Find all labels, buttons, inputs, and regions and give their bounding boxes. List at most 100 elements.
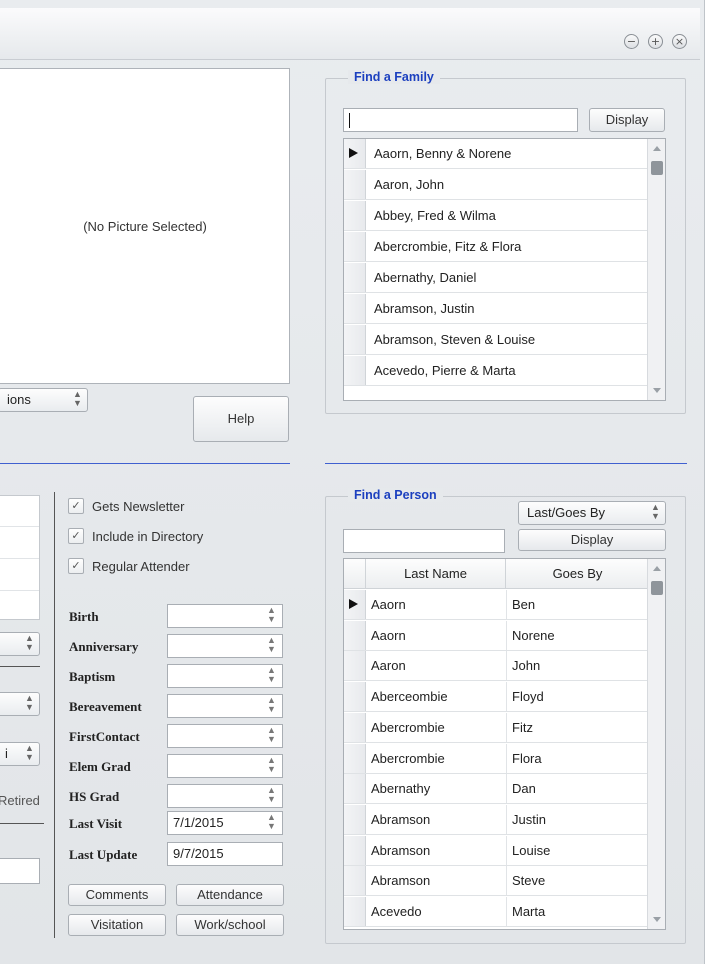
family-list-item[interactable]: Abercrombie, Fitz & Flora [344,232,649,262]
person-list-row[interactable]: Abernathy Dan [344,774,649,805]
row-header[interactable] [344,170,366,199]
check-icon: ✓ [71,529,81,542]
person-list-row[interactable]: Aaorn Ben [344,590,649,620]
person-list-row[interactable]: Abercrombie Flora [344,743,649,774]
date-field[interactable]: ▲ ▼ [167,754,283,778]
row-header[interactable] [344,651,366,681]
last-name-cell: Abercrombie [371,719,445,735]
family-list-item[interactable]: Abbey, Fred & Wilma [344,201,649,231]
person-list-row[interactable]: Acevedo Marta [344,897,649,927]
scroll-up-icon[interactable] [653,566,661,571]
family-list-item[interactable]: Acevedo, Pierre & Marta [344,356,649,386]
column-header-goes-by[interactable]: Goes By [506,559,649,589]
date-field[interactable]: 9/7/2015 [167,842,283,866]
person-scrollbar[interactable] [647,559,665,929]
work-school-button[interactable]: Work/school [176,914,284,936]
partial-select-1[interactable]: ▲ ▼ [0,632,40,656]
row-header[interactable] [344,325,366,354]
family-list[interactable]: Acevedo, Pierre & Marta Abramson, Steven … [343,138,666,401]
person-sort-select[interactable]: Last/Goes By ▲ ▼ [518,501,666,525]
date-field[interactable]: ▲ ▼ [167,634,283,658]
spinner-icon[interactable]: ▲ ▼ [267,726,276,744]
person-list-row[interactable]: Abercrombie Fitz [344,712,649,743]
family-list-item[interactable]: Abernathy, Daniel [344,263,649,293]
row-header[interactable] [344,356,366,385]
spinner-icon[interactable]: ▲ ▼ [267,756,276,774]
picture-box[interactable]: (No Picture Selected) [0,68,290,384]
row-header[interactable] [344,139,366,168]
visitation-button[interactable]: Visitation [68,914,166,936]
date-field[interactable]: ▲ ▼ [167,784,283,808]
person-list-row[interactable]: Aaron John [344,651,649,682]
date-field[interactable]: ▲ ▼ [167,724,283,748]
maximize-icon[interactable]: + [648,34,663,49]
date-field[interactable]: ▲ ▼ [167,694,283,718]
column-header-last-name[interactable]: Last Name [366,559,506,589]
row-header[interactable] [344,263,366,292]
date-field[interactable]: ▲ ▼ [167,604,283,628]
scroll-thumb[interactable] [651,581,663,595]
minimize-icon[interactable]: − [624,34,639,49]
partial-rule-2 [0,823,44,824]
person-list-row[interactable]: Aaorn Norene [344,620,649,651]
row-header[interactable] [344,620,366,650]
date-field[interactable]: ▲ ▼ [167,664,283,688]
person-list-row[interactable]: Abramson Justin [344,804,649,835]
checkbox[interactable]: ✓ [68,498,84,514]
row-header[interactable] [344,835,366,865]
scroll-down-icon[interactable] [653,917,661,922]
family-search-input[interactable] [343,108,578,132]
row-header[interactable] [344,232,366,261]
spinner-icon[interactable]: ▲ ▼ [267,636,276,654]
retired-label: Retired [0,793,40,808]
row-header[interactable] [344,743,366,773]
spinner-icon[interactable]: ▲ ▼ [267,696,276,714]
find-person-title: Find a Person [348,488,443,502]
row-header[interactable] [344,774,366,804]
person-search-input[interactable] [343,529,505,553]
row-header[interactable] [344,201,366,230]
date-label: Last Visit [69,816,123,831]
scroll-up-icon[interactable] [653,146,661,151]
row-header[interactable] [344,682,366,712]
picture-select[interactable]: ions ▲ ▼ [0,388,88,412]
family-list-item[interactable]: Aaorn, Benny & Norene [344,139,649,169]
partial-list[interactable] [0,495,40,620]
row-header[interactable] [344,590,366,619]
attendance-button[interactable]: Attendance [176,884,284,906]
checkbox[interactable]: ✓ [68,528,84,544]
partial-select-2[interactable]: ▲ ▼ [0,692,40,716]
spinner-icon[interactable]: ▲ ▼ [267,813,276,831]
row-header[interactable] [344,897,366,926]
date-value: 7/1/2015 [173,815,224,830]
comments-button[interactable]: Comments [68,884,166,906]
family-list-item[interactable]: Abramson, Justin [344,294,649,324]
person-list[interactable]: Acevedo Marta Abramson Steve Abramson Louise A… [343,558,666,930]
help-button[interactable]: Help [193,396,289,442]
row-header[interactable] [344,294,366,323]
family-list-item[interactable]: Aaron, John [344,170,649,200]
last-name-cell: Aberceombie [371,689,448,705]
person-display-button[interactable]: Display [518,529,666,551]
spinner-icon[interactable]: ▲ ▼ [267,606,276,624]
person-list-row[interactable]: Aberceombie Floyd [344,682,649,713]
family-list-item[interactable]: Abramson, Steven & Louise [344,325,649,355]
column-divider [506,897,507,926]
family-display-button[interactable]: Display [589,108,665,132]
person-list-row[interactable]: Abramson Steve [344,866,649,897]
goes-by-cell: Ben [512,597,536,612]
partial-select-3[interactable]: i ▲ ▼ [0,742,40,766]
checkbox[interactable]: ✓ [68,558,84,574]
row-header[interactable] [344,866,366,896]
partial-input[interactable] [0,858,40,884]
spinner-icon[interactable]: ▲ ▼ [267,666,276,684]
scroll-thumb[interactable] [651,161,663,175]
family-scrollbar[interactable] [647,139,665,400]
row-header[interactable] [344,712,366,742]
close-icon[interactable]: × [672,34,687,49]
date-field[interactable]: 7/1/2015 ▲ ▼ [167,811,283,835]
spinner-icon[interactable]: ▲ ▼ [267,786,276,804]
row-header[interactable] [344,804,366,834]
scroll-down-icon[interactable] [653,388,661,393]
person-list-row[interactable]: Abramson Louise [344,835,649,866]
